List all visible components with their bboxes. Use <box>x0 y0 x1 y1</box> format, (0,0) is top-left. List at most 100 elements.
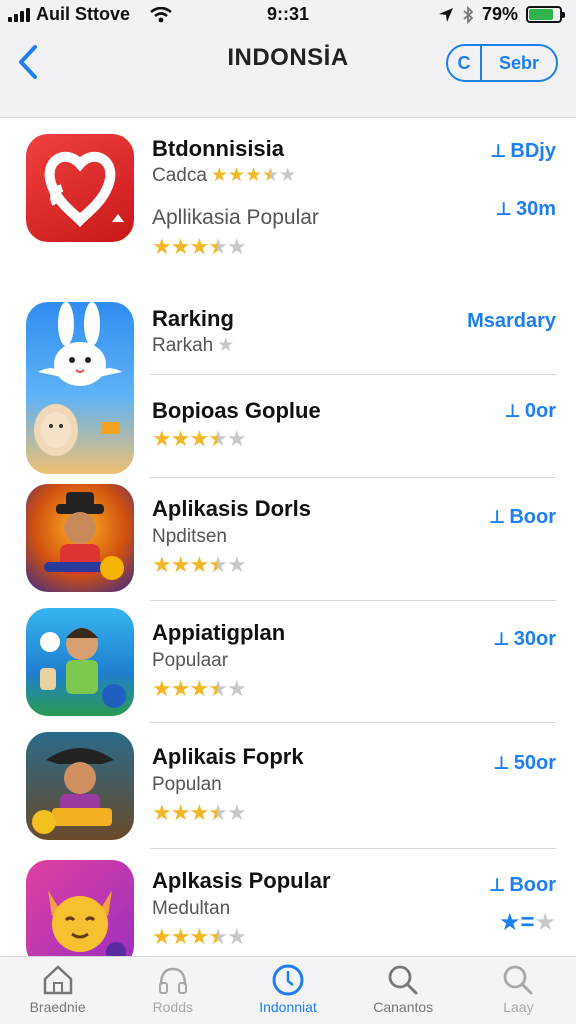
half-star-icon: ★ <box>208 924 228 949</box>
headphones-icon <box>158 967 187 994</box>
star-icon: ★ <box>189 426 209 451</box>
star-icon: ★ <box>210 165 228 186</box>
search-icon <box>504 965 533 995</box>
status-right: 79% <box>438 4 565 25</box>
download-button[interactable]: ⊥ 30m <box>496 198 556 221</box>
rating-stars: ★★★★★ <box>152 426 247 452</box>
download-button[interactable]: ⊥ 30or <box>493 628 556 651</box>
star-empty-icon: ★ <box>279 165 297 186</box>
action-rating: ★=★ <box>499 908 556 937</box>
rating-stars: ★★★★★ <box>211 165 296 186</box>
boy-character-icon <box>26 608 134 716</box>
half-star-icon: ★ <box>208 552 228 577</box>
rating-stars: ★ <box>217 335 234 356</box>
list-item[interactable]: Aplikasis Dorls Npditsen ★★★★★ ⊥ Boor <box>0 480 576 600</box>
dash-icon: = <box>520 909 535 936</box>
star-icon: ★ <box>170 924 191 949</box>
download-icon: ⊥ <box>488 507 506 527</box>
half-star-icon: ★ <box>208 800 228 825</box>
tab-laay[interactable]: Laay <box>461 957 576 1024</box>
tab-label: Rodds <box>152 999 194 1015</box>
smiley-fox-icon <box>26 860 134 956</box>
cowboy-character-icon <box>26 484 134 592</box>
half-star-icon: ★ <box>208 426 228 451</box>
app-subtitle: Npditsen <box>152 526 227 547</box>
list-item[interactable]: Appiatigplan Populaar ★★★★★ ⊥ 30or <box>0 604 576 722</box>
app-name: Aplikasis Dorls <box>152 496 311 521</box>
divider <box>150 477 556 478</box>
star-empty-icon: ★ <box>226 552 247 577</box>
app-subtitle: Rarkah ★ <box>152 334 234 357</box>
status-time: 9::31 <box>266 4 310 24</box>
app-subtitle-text: Cadca <box>152 165 207 186</box>
half-star-icon: ★ <box>262 165 280 186</box>
app-subtitle: Cadca ★★★★★ <box>152 164 296 187</box>
wifi-icon <box>150 6 172 23</box>
list-item[interactable]: Aplikais Foprk Populan ★★★★★ ⊥ 50or <box>0 728 576 848</box>
star-icon: ★ <box>170 800 191 825</box>
tab-home[interactable]: Braednie <box>0 957 115 1024</box>
star-icon: ★ <box>217 335 235 356</box>
app-name: Aplikais Foprk <box>152 744 304 769</box>
star-empty-icon: ★ <box>226 676 247 701</box>
star-icon: ★ <box>170 552 191 577</box>
download-button[interactable]: ⊥ Boor <box>489 874 556 897</box>
tab-label: Braednie <box>29 999 86 1015</box>
half-star-icon: ★ <box>208 234 228 259</box>
app-name: Bopioas Goplue <box>152 398 321 423</box>
rating-stars: ★★★★★ <box>152 924 247 950</box>
app-subtitle: Populaar <box>152 650 229 671</box>
divider <box>150 722 556 723</box>
battery-fill <box>529 9 553 20</box>
tab-rodds[interactable]: Rodds <box>115 957 230 1024</box>
download-button[interactable]: ⊥ 0or <box>504 400 556 423</box>
tab-bar: Braednie Rodds Indonniat Canantos Laay <box>0 956 576 1024</box>
app-subtitle-secondary: Apllikasia Popular <box>152 206 319 229</box>
star-icon: ★ <box>189 924 209 949</box>
star-icon: ★ <box>152 234 172 259</box>
star-empty-icon: ★ <box>226 800 247 825</box>
search-pill-button[interactable]: C Sebr <box>446 44 558 82</box>
pill-label: Sebr <box>498 52 540 73</box>
star-empty-icon: ★ <box>226 924 247 949</box>
download-label: 0or <box>524 400 556 422</box>
open-button[interactable]: Msardary <box>467 310 556 333</box>
rating-stars: ★★★★★ <box>152 234 247 260</box>
star-icon: ★ <box>152 426 172 451</box>
tab-label: Laay <box>503 999 534 1015</box>
carrier-name: Auil Sttove <box>36 4 131 24</box>
rating-stars: ★★★★★ <box>152 800 247 826</box>
clock-icon <box>272 964 304 996</box>
location-icon <box>438 7 454 23</box>
star-empty-icon: ★ <box>226 426 247 451</box>
list-item[interactable]: Rarking Rarkah ★ Msardary <box>0 288 576 474</box>
tab-indonniat[interactable]: Indonniat <box>230 957 345 1024</box>
star-empty-icon: ★ <box>226 234 247 259</box>
list-item[interactable]: Btdonnisisia Cadca ★★★★★ Apllikasia Popul… <box>0 118 576 286</box>
rating-stars: ★★★★★ <box>152 676 247 702</box>
status-left: Auil Sttove <box>8 4 172 25</box>
download-icon: ⊥ <box>489 141 507 161</box>
battery-percent: 79% <box>481 4 518 24</box>
tab-canantos[interactable]: Canantos <box>346 957 461 1024</box>
star-icon: ★ <box>152 676 172 701</box>
home-icon <box>43 965 72 995</box>
star-icon: ★ <box>170 234 191 259</box>
search-icon <box>388 965 418 995</box>
star-icon: ★ <box>189 234 209 259</box>
divider <box>150 848 556 849</box>
download-button[interactable]: ⊥ 50or <box>493 752 556 775</box>
download-button[interactable]: ⊥ Boor <box>489 506 556 529</box>
download-label: 30or <box>513 628 556 650</box>
app-subtitle: Medultan <box>152 898 231 919</box>
download-icon: ⊥ <box>488 875 506 895</box>
star-icon: ★ <box>170 426 191 451</box>
download-button[interactable]: ⊥ BDjy <box>490 140 556 163</box>
app-subtitle-text: Rarkah <box>152 335 214 356</box>
list-item[interactable]: Bopioas Goplue ★★★★★ ⊥ 0or <box>0 380 576 478</box>
divider <box>150 374 556 375</box>
download-icon: ⊥ <box>504 401 521 421</box>
list-item[interactable]: Aplkasis Popular Medultan ★★★★★ ⊥ Boor ★=… <box>0 854 576 956</box>
divider <box>150 600 556 601</box>
app-name: Rarking <box>152 306 234 331</box>
